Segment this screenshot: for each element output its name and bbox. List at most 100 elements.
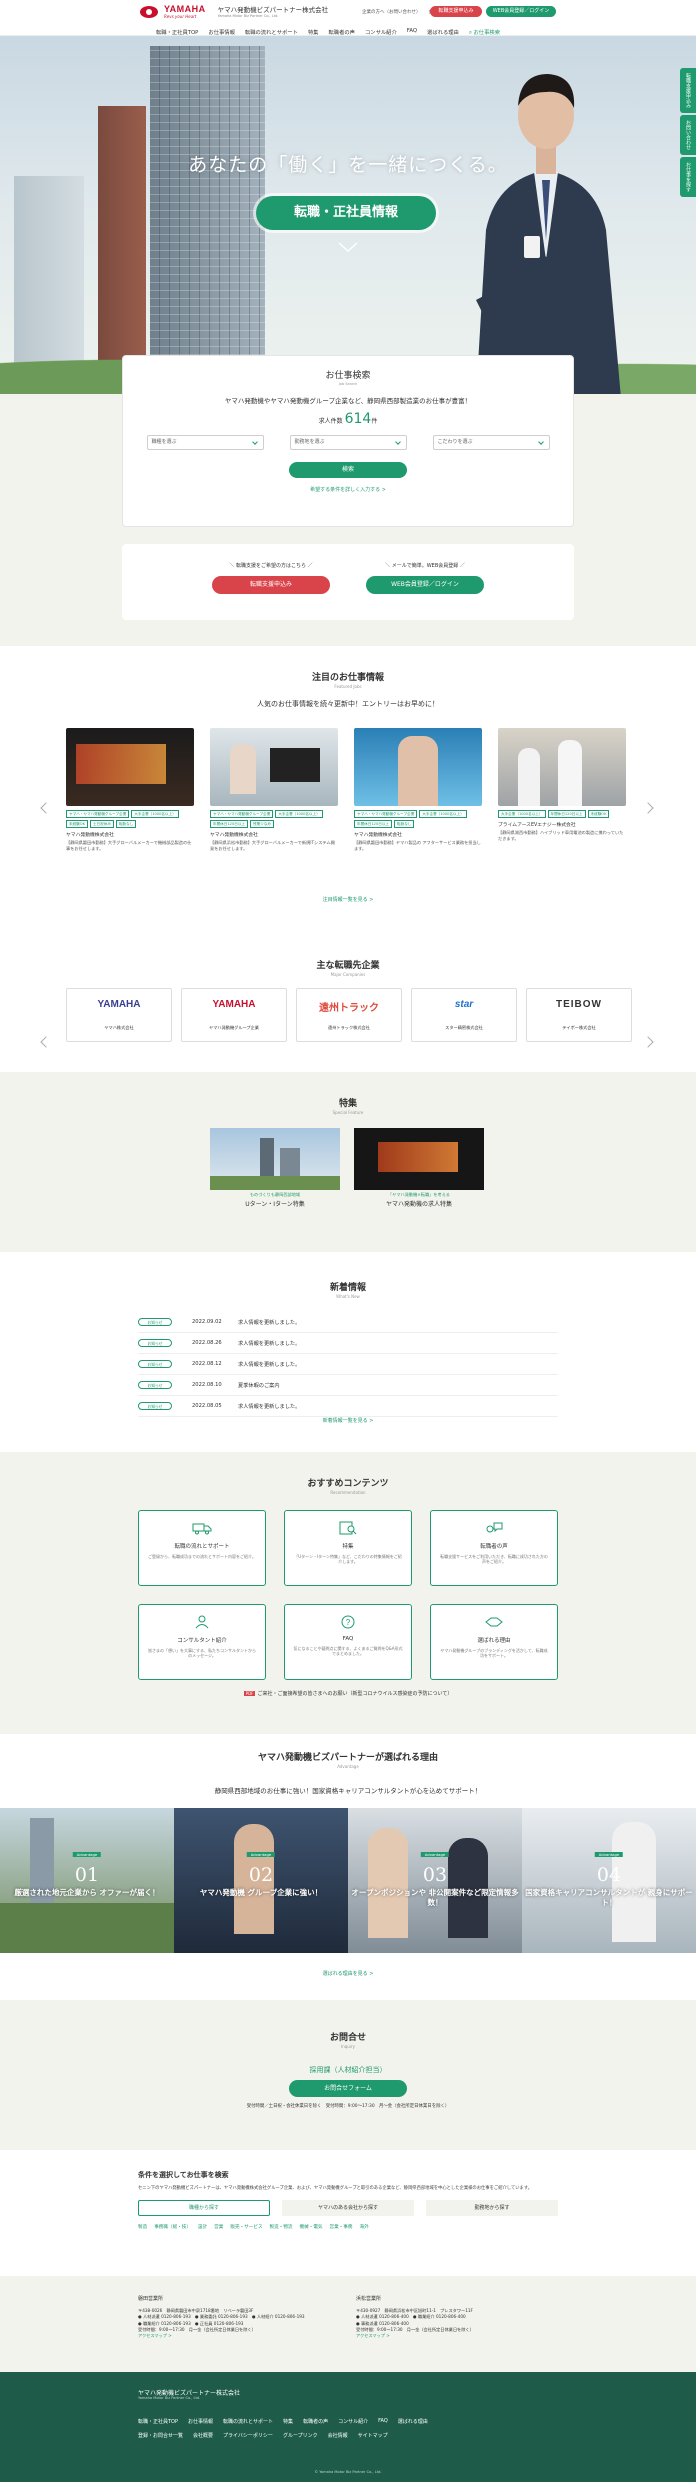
side-tab-contact[interactable]: お問い合わせ bbox=[680, 115, 696, 155]
news-row[interactable]: お知らせ 2022.08.05 求人情報を更新しました。 bbox=[138, 1396, 558, 1417]
reasons-more-link[interactable]: 選ばれる理由を見る > bbox=[0, 1970, 696, 1977]
condition-link[interactable]: 海外 bbox=[360, 2224, 369, 2230]
footer-link[interactable]: 会社概要 bbox=[193, 2432, 213, 2439]
featured-more-link[interactable]: 注目情報一覧を見る > bbox=[0, 896, 696, 903]
job-company: ヤマハ発動機株式会社 bbox=[66, 833, 114, 838]
search-button[interactable]: 検索 bbox=[289, 462, 407, 478]
header-entry-button[interactable]: 転職支援申込み bbox=[430, 6, 482, 17]
recommend-card-title: FAQ bbox=[342, 1636, 354, 1642]
select-location[interactable]: 勤務地を選ぶ bbox=[289, 435, 407, 450]
side-tab-entry[interactable]: 転職支援申込み bbox=[680, 68, 696, 113]
job-card[interactable]: ヤマハ・ヤマハ発動機グループ企業 大手企業（1000名以上） 年間休日120日以… bbox=[210, 728, 338, 852]
select-job-type[interactable]: 職種を選ぶ bbox=[146, 435, 264, 450]
footer-link[interactable]: サイトマップ bbox=[358, 2432, 388, 2439]
header-web-member-button[interactable]: WEB会員登録／ログイン bbox=[486, 6, 556, 17]
special-card[interactable]: ものづくりも静岡西部地域 Uターン・Iターン特集 bbox=[210, 1128, 340, 1208]
footer-link[interactable]: プライバシーポリシー bbox=[223, 2432, 273, 2439]
news-row[interactable]: お知らせ 2022.08.10 夏季休暇のご案内 bbox=[138, 1375, 558, 1396]
side-tab-search[interactable]: お仕事を探す bbox=[680, 157, 696, 197]
link-for-companies[interactable]: 企業の方へ（お問い合わせ） bbox=[362, 9, 421, 15]
carousel-prev-icon[interactable] bbox=[40, 802, 52, 814]
company-card[interactable]: YAMAHA ヤマハ発動機グループ企業 bbox=[181, 988, 287, 1042]
footer-link[interactable]: 転職の流れとサポート bbox=[223, 2418, 273, 2425]
search-by-job-type-button[interactable]: 職種から探す bbox=[138, 2200, 270, 2216]
news-date: 2022.08.10 bbox=[192, 1382, 222, 1388]
recommend-card-flow[interactable]: 転職の流れとサポート ご登録から、転職成功までの流れとサポート内容をご紹介。 bbox=[138, 1510, 266, 1586]
site-logo[interactable]: YAMAHA Revs your Heart ヤマハ発動機ビズパートナー株式会社… bbox=[140, 5, 328, 19]
office-access-link[interactable]: アクセスマップ > bbox=[356, 2333, 556, 2339]
news-badge: お知らせ bbox=[138, 1360, 172, 1368]
company-card[interactable]: 遠州トラック 遠州トラック株式会社 bbox=[296, 988, 402, 1042]
reason-panel[interactable]: Advantage 02 ヤマハ発動機 グループ企業に強い！ bbox=[174, 1808, 348, 1953]
job-card[interactable]: ヤマハ・ヤマハ発動機グループ企業 大手企業（1000名以上） 年間休日120日以… bbox=[354, 728, 482, 852]
special-caption: 「ヤマハ発動機×転職」を考える bbox=[387, 1192, 450, 1197]
select-preference[interactable]: こだわりを選ぶ bbox=[432, 435, 550, 450]
news-more-link[interactable]: 新着情報一覧を見る > bbox=[0, 1417, 696, 1424]
footer-link[interactable]: コンサル紹介 bbox=[338, 2418, 368, 2425]
footer-link[interactable]: グループリンク bbox=[283, 2432, 318, 2439]
web-member-button[interactable]: WEB会員登録／ログイン bbox=[366, 576, 484, 594]
job-card[interactable]: ヤマハ・ヤマハ発動機グループ企業 大手企業（1000名以上） 未経験OK 土日祝… bbox=[66, 728, 194, 852]
chevron-down-icon bbox=[338, 242, 358, 252]
condition-link[interactable]: 営業 bbox=[214, 2224, 223, 2230]
company-name: ヤマハ発動機グループ企業 bbox=[209, 1025, 259, 1030]
news-row[interactable]: お知らせ 2022.08.12 求人情報を更新しました。 bbox=[138, 1354, 558, 1375]
footer-link[interactable]: 選ばれる理由 bbox=[398, 2418, 428, 2425]
office-access-link[interactable]: アクセスマップ > bbox=[138, 2333, 338, 2339]
inquiry-form-button[interactable]: お問合せフォーム bbox=[289, 2080, 407, 2097]
company-card[interactable]: TEIBOW テイボー株式会社 bbox=[526, 988, 632, 1042]
reasons-section: ヤマハ発動機ビズパートナーが選ばれる理由 Advantage 静岡県西部地域のお… bbox=[0, 1750, 696, 1960]
reason-title: 厳選された地元企業から オファーが届く！ bbox=[14, 1888, 160, 1897]
entry-button[interactable]: 転職支援申込み bbox=[212, 576, 330, 594]
reason-panel[interactable]: Advantage 04 国家資格キャリアコンサルタントが 親身にサポート！ bbox=[522, 1808, 696, 1953]
job-tag: ヤマハ・ヤマハ発動機グループ企業 bbox=[354, 810, 418, 818]
footer-link[interactable]: 転職者の声 bbox=[303, 2418, 328, 2425]
companies-prev-icon[interactable] bbox=[40, 1036, 52, 1048]
companies-subtitle: Major Companies bbox=[330, 972, 366, 977]
job-card[interactable]: 大手企業（1000名以上） 年間休日120日以上 未経験OK プライムアースEV… bbox=[498, 728, 626, 852]
footer-link[interactable]: FAQ bbox=[378, 2418, 388, 2425]
condition-link[interactable]: 設計 bbox=[198, 2224, 207, 2230]
carousel-next-icon[interactable] bbox=[642, 802, 654, 814]
footer-link[interactable]: 転職・正社員TOP bbox=[138, 2418, 178, 2425]
reason-panel[interactable]: Advantage 01 厳選された地元企業から オファーが届く！ bbox=[0, 1808, 174, 1953]
condition-link[interactable]: 事務職（総・技） bbox=[154, 2224, 191, 2230]
news-date: 2022.09.02 bbox=[192, 1319, 222, 1325]
detailed-search-link[interactable]: 希望する条件を詳しく入力する > bbox=[123, 486, 573, 493]
footer-link[interactable]: お仕事情報 bbox=[188, 2418, 213, 2425]
reason-panel[interactable]: Advantage 03 オープンポジションや 非公開案件など限定情報多数！ bbox=[348, 1808, 522, 1953]
job-tag: 転勤なし bbox=[394, 820, 415, 828]
company-name: ヤマハ株式会社 bbox=[104, 1025, 134, 1030]
special-card-title: Uターン・Iターン特集 bbox=[245, 1201, 305, 1208]
search-by-company-button[interactable]: ヤマハのある会社から探す bbox=[282, 2200, 414, 2216]
svg-text:?: ? bbox=[346, 1618, 351, 1627]
job-description: 【静岡県磐田市勤務】大手グローバルメーカーで機械部品製造の仕事をお任せします。 bbox=[66, 840, 192, 851]
recommend-card-faq[interactable]: ? FAQ 気になることや疑問点に関する、よくあるご質問をQ&A形式でまとめました。 bbox=[284, 1604, 412, 1680]
covid-notice-link[interactable]: PDF ご来社・ご面接希望の皆さまへのお願い（新型コロナウイルス感染症の予防につい… bbox=[0, 1690, 696, 1697]
recommend-card-consultant[interactable]: コンサルタント紹介 皆さまの「想い」を大事にする、私たちコンサルタントからのメッセ… bbox=[138, 1604, 266, 1680]
condition-link[interactable]: 製造・物流 bbox=[270, 2224, 293, 2230]
job-tag: 年間休日120日以上 bbox=[547, 810, 586, 818]
condition-link[interactable]: 機械・電気 bbox=[300, 2224, 323, 2230]
news-row[interactable]: お知らせ 2022.09.02 求人情報を更新しました。 bbox=[138, 1312, 558, 1333]
featured-jobs-section: 注目のお仕事情報 Featured Jobs 人気のお仕事情報を続々更新中！エン… bbox=[0, 670, 696, 910]
footer-link[interactable]: 特集 bbox=[283, 2418, 293, 2425]
companies-next-icon[interactable] bbox=[642, 1036, 654, 1048]
news-row[interactable]: お知らせ 2022.08.26 求人情報を更新しました。 bbox=[138, 1333, 558, 1354]
recommend-card-special[interactable]: 特集 「Uターン・Iターン特集」など、こだわりの特集情報をご紹介します。 bbox=[284, 1510, 412, 1586]
office-title: 浜松営業所 bbox=[356, 2296, 382, 2302]
condition-link[interactable]: 製造 bbox=[138, 2224, 147, 2230]
condition-link[interactable]: 営業・事務 bbox=[330, 2224, 353, 2230]
footer-link[interactable]: 会社情報 bbox=[328, 2432, 348, 2439]
company-card[interactable]: YAMAHA ヤマハ株式会社 bbox=[66, 988, 172, 1042]
company-card[interactable]: star スター精密株式会社 bbox=[411, 988, 517, 1042]
job-tag: 年間休日120日以上 bbox=[210, 820, 249, 828]
condition-link[interactable]: 販売・サービス bbox=[230, 2224, 262, 2230]
reasons-subtitle: Advantage bbox=[337, 1764, 359, 1769]
hero-section: あなたの「働く」を一緒につくる。 転職・正社員情報 bbox=[0, 36, 696, 394]
search-by-location-button[interactable]: 勤務地から探す bbox=[426, 2200, 558, 2216]
recommend-card-voices[interactable]: 転職者の声 転職支援サービスをご利用いただき、転職に成功された方の声をご紹介。 bbox=[430, 1510, 558, 1586]
special-card[interactable]: 「ヤマハ発動機×転職」を考える ヤマハ発動機の求人特集 bbox=[354, 1128, 484, 1208]
recommend-card-reasons[interactable]: 選ばれる理由 ヤマハ発動機グループのブランディングを活かして、転職成功をサポート。 bbox=[430, 1604, 558, 1680]
footer-link[interactable]: 登録・お問合せ一覧 bbox=[138, 2432, 183, 2439]
